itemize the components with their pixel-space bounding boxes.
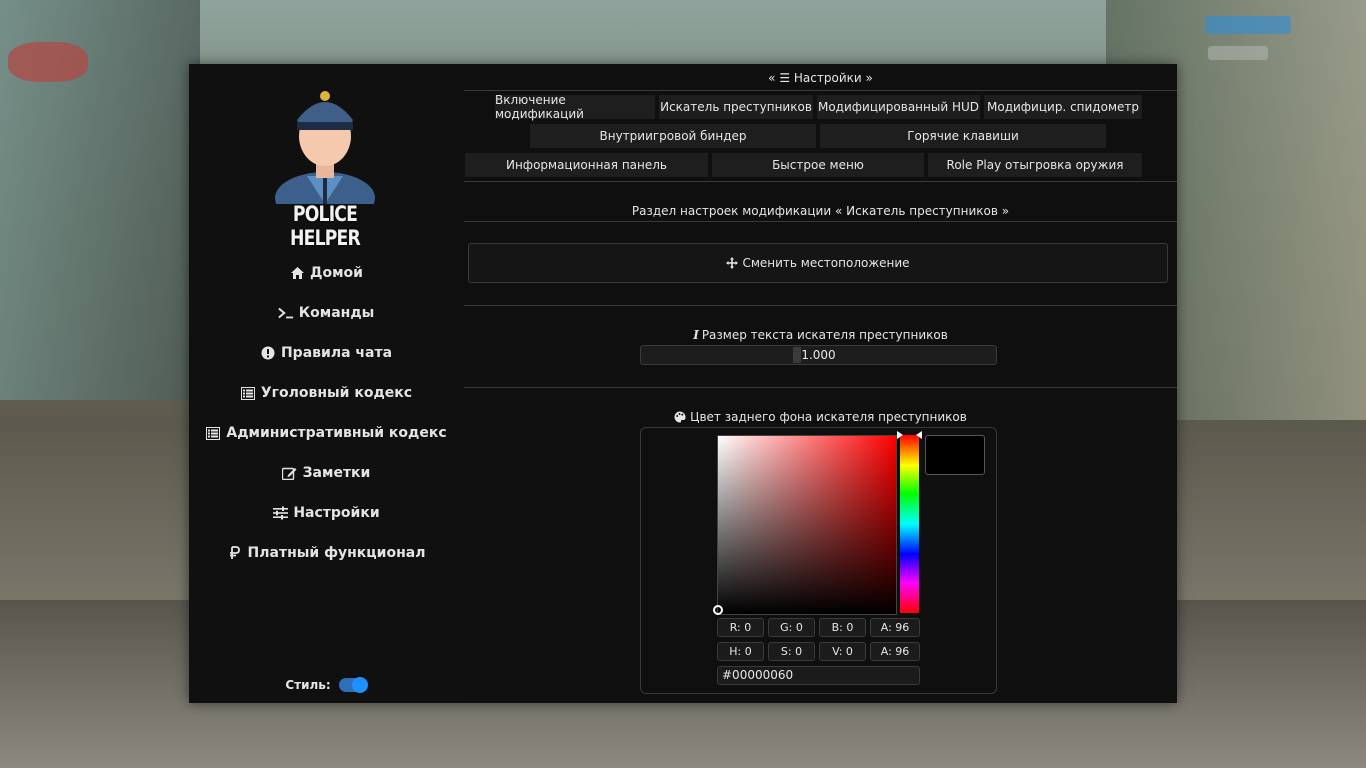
sidebar-item-label: Домой — [310, 265, 363, 281]
hue-value: H: 0 — [729, 645, 752, 658]
tab-criminal-finder[interactable]: Искатель преступников — [659, 95, 813, 119]
hue-marker[interactable] — [897, 431, 922, 439]
red-value: R: 0 — [729, 621, 752, 634]
divider — [464, 305, 1177, 306]
police-officer-logo: POLICE HELPER — [263, 80, 387, 250]
sidebar-item-label: Правила чата — [280, 345, 393, 361]
sidebar-item-chat-rules[interactable]: Правила чата — [189, 333, 463, 373]
exclamation-circle-icon — [260, 345, 276, 361]
ruble-icon — [227, 545, 243, 561]
sidebar: POLICE HELPER Домой Команды Правила чата — [189, 64, 463, 703]
list-icon — [205, 425, 221, 441]
background-color-label: Цвет заднего фона искателя преступников — [464, 410, 1177, 424]
text-size-label: I Размер текста искателя преступников — [464, 328, 1177, 342]
value-value: V: 0 — [832, 645, 853, 658]
page-title: « ☰ Настройки » — [768, 71, 873, 85]
home-icon — [289, 265, 305, 281]
color-preview — [925, 435, 985, 475]
edit-icon — [282, 465, 298, 481]
background-color-label-text: Цвет заднего фона искателя преступников — [690, 410, 967, 424]
move-arrows-icon — [726, 257, 739, 269]
hue-bar[interactable] — [900, 435, 919, 613]
sidebar-item-label: Настройки — [293, 505, 380, 521]
text-cursor-icon: I — [693, 328, 699, 342]
saturation-field[interactable]: S: 0 — [768, 642, 815, 661]
hex-input[interactable]: #00000060 — [717, 666, 920, 685]
tab-hotkeys[interactable]: Горячие клавиши — [820, 124, 1106, 148]
color-picker: R: 0 G: 0 B: 0 A: 96 H: 0 S: 0 V: 0 A: 9… — [640, 427, 997, 694]
style-label: Стиль: — [285, 678, 331, 692]
sidebar-item-criminal-code[interactable]: Уголовный кодекс — [189, 373, 463, 413]
sidebar-item-label: Административный кодекс — [226, 425, 447, 441]
sidebar-nav: Домой Команды Правила чата Уголовный код… — [189, 253, 463, 573]
hue-field[interactable]: H: 0 — [717, 642, 764, 661]
tab-modified-hud[interactable]: Модифицированный HUD — [817, 95, 980, 119]
blue-value: B: 0 — [831, 621, 854, 634]
tab-modified-speedometer[interactable]: Модифицир. спидометр — [984, 95, 1142, 119]
sidebar-item-administrative-code[interactable]: Административный кодекс — [189, 413, 463, 453]
change-location-button[interactable]: Сменить местоположение — [468, 243, 1168, 283]
color-cursor[interactable] — [713, 605, 723, 615]
green-field[interactable]: G: 0 — [768, 618, 815, 637]
sidebar-item-label: Заметки — [302, 465, 371, 481]
divider — [464, 90, 1177, 91]
alpha-value-hsv: A: 96 — [880, 645, 910, 658]
red-field[interactable]: R: 0 — [717, 618, 764, 637]
alpha-value: A: 96 — [880, 621, 910, 634]
style-row: Стиль: — [189, 677, 463, 693]
section-title: Раздел настроек модификации « Искатель п… — [631, 204, 1010, 218]
text-size-label-text: Размер текста искателя преступников — [701, 328, 948, 342]
sidebar-item-label: Уголовный кодекс — [260, 385, 413, 401]
saturation-value: S: 0 — [780, 645, 803, 658]
green-value: G: 0 — [780, 621, 803, 634]
divider — [464, 221, 1177, 222]
sidebar-item-settings[interactable]: Настройки — [189, 493, 463, 533]
tab-enable-mods[interactable]: Включение модификаций — [495, 93, 655, 121]
divider — [464, 387, 1177, 388]
sidebar-item-home[interactable]: Домой — [189, 253, 463, 293]
sidebar-item-label: Платный функционал — [247, 545, 426, 561]
sidebar-item-notes[interactable]: Заметки — [189, 453, 463, 493]
palette-icon — [674, 411, 686, 423]
change-location-label: Сменить местоположение — [742, 256, 910, 270]
tab-roleplay-weapons[interactable]: Role Play отыгровка оружия — [928, 153, 1142, 177]
value-field[interactable]: V: 0 — [819, 642, 866, 661]
sidebar-item-label: Команды — [298, 305, 375, 321]
police-officer-icon — [275, 91, 375, 224]
logo-text: POLICE HELPER — [290, 202, 361, 250]
settings-panel: « ☰ Настройки » Включение модификаций Ис… — [464, 64, 1177, 703]
alpha-field[interactable]: A: 96 — [870, 618, 920, 637]
tab-info-panel[interactable]: Информационная панель — [465, 153, 708, 177]
terminal-icon — [277, 305, 294, 321]
list-icon — [240, 385, 256, 401]
tab-ingame-binder[interactable]: Внутриигровой биндер — [530, 124, 816, 148]
alpha-field-hsv[interactable]: A: 96 — [870, 642, 920, 661]
sidebar-item-commands[interactable]: Команды — [189, 293, 463, 333]
blue-field[interactable]: B: 0 — [819, 618, 866, 637]
saturation-value-square[interactable] — [717, 435, 897, 615]
sliders-icon — [272, 505, 288, 521]
sidebar-item-paid-features[interactable]: Платный функционал — [189, 533, 463, 573]
police-helper-window: POLICE HELPER Домой Команды Правила чата — [189, 64, 1177, 703]
style-toggle[interactable] — [338, 677, 368, 693]
tab-quick-menu[interactable]: Быстрое меню — [712, 153, 924, 177]
text-size-slider[interactable]: 1.000 — [640, 345, 997, 365]
slider-value: 1.000 — [801, 348, 836, 362]
toggle-knob — [351, 677, 368, 693]
divider — [464, 181, 1177, 182]
